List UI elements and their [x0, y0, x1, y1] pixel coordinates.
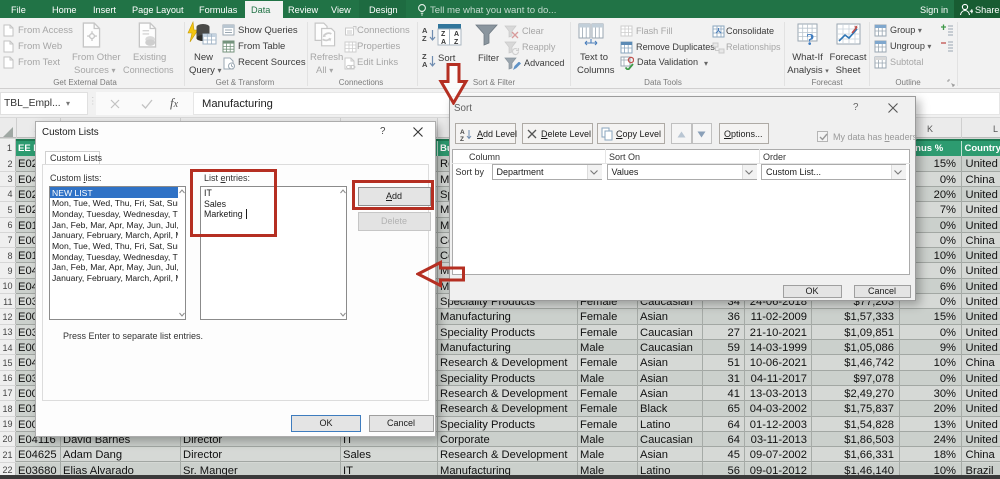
svg-text:Z: Z: [441, 31, 446, 38]
svg-text:?: ?: [806, 30, 815, 47]
svg-text:A: A: [454, 31, 459, 38]
svg-text:Z: Z: [454, 39, 459, 46]
svg-text:A: A: [441, 39, 446, 46]
svg-text:Z: Z: [460, 136, 464, 141]
svg-text:A: A: [460, 129, 465, 136]
